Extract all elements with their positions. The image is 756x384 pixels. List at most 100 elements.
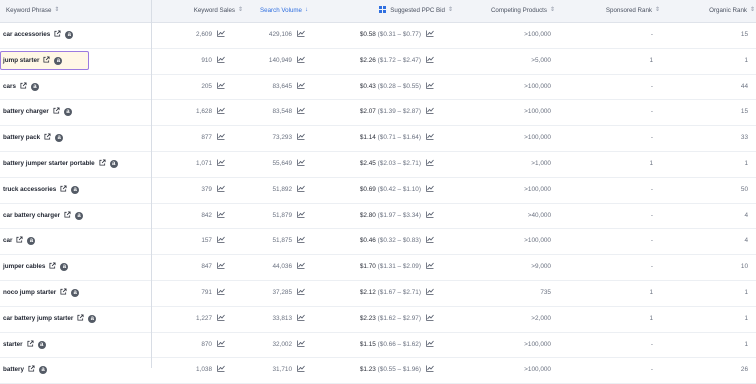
external-link-icon[interactable] [27,334,34,347]
keyword-label[interactable]: noco jump starter [3,289,56,296]
table-row[interactable]: noco jump starter a 791 37,285 $2.12 ($1.67 … [0,281,756,307]
trend-chart-icon[interactable] [217,334,225,347]
keyword-cell[interactable]: truck accessories a [3,178,80,202]
trend-chart-icon[interactable] [217,230,225,244]
trend-chart-icon[interactable] [217,76,225,89]
trend-chart-icon[interactable] [426,230,434,244]
trend-chart-icon[interactable] [217,153,225,166]
col-keyword-phrase[interactable]: Keyword Phrase ⇕ [6,0,60,22]
trend-chart-icon[interactable] [426,282,434,295]
keyword-label[interactable]: battery jumper starter portable [3,160,95,167]
keyword-cell[interactable]: battery pack a [3,126,64,150]
table-row[interactable]: battery charger a 1,628 83,548 $2.07 ($1.39 … [0,100,756,127]
trend-chart-icon[interactable] [217,359,225,373]
table-row[interactable]: battery pack a 877 73,293 $1.14 ($0.71 – $1.… [0,126,756,152]
external-link-icon[interactable] [28,359,35,372]
keyword-label[interactable]: battery pack [3,134,40,141]
keyword-cell[interactable]: car a [3,229,36,253]
trend-chart-icon[interactable] [426,359,434,373]
trend-chart-icon[interactable] [297,127,305,141]
amazon-icon[interactable]: a [109,159,118,168]
keyword-label[interactable]: battery charger [3,108,49,115]
keyword-cell[interactable]: cars a [3,75,39,99]
external-link-icon[interactable] [16,230,23,243]
table-row[interactable]: cars a 205 83,645 $0.43 ($0.28 – $0.55) >100,… [0,75,756,101]
external-link-icon[interactable] [49,256,56,269]
keyword-label[interactable]: car accessories [3,31,50,38]
keyword-label[interactable]: truck accessories [3,186,56,193]
table-row[interactable]: jump starter a 910 140,949 $2.26 ($1.72 – $2… [0,49,756,75]
table-row[interactable]: car battery charger a 842 51,879 $2.80 ($1.9… [0,204,756,230]
trend-chart-icon[interactable] [426,24,434,37]
keyword-cell[interactable]: battery jumper starter portable a [3,152,118,176]
trend-chart-icon[interactable] [297,282,305,295]
amazon-icon[interactable]: a [27,237,36,246]
trend-chart-icon[interactable] [297,308,305,321]
amazon-icon[interactable]: a [60,263,69,272]
external-link-icon[interactable] [43,50,50,63]
external-link-icon[interactable] [53,101,60,114]
keyword-cell[interactable]: car battery charger a [3,204,84,228]
trend-chart-icon[interactable] [217,127,225,141]
keyword-label[interactable]: car battery jump starter [3,315,73,322]
keyword-cell[interactable]: starter a [3,333,46,357]
keyword-cell[interactable]: battery charger a [3,100,72,124]
trend-chart-icon[interactable] [426,153,434,166]
trend-chart-icon[interactable] [217,205,225,218]
keyword-label[interactable]: starter [3,341,23,348]
amazon-icon[interactable]: a [37,340,46,349]
trend-chart-icon[interactable] [426,308,434,321]
external-link-icon[interactable] [77,308,84,321]
keyword-cell[interactable]: jumper cables a [3,255,69,279]
col-keyword-sales[interactable]: Keyword Sales ⇕ [194,0,244,22]
external-link-icon[interactable] [54,24,61,37]
amazon-icon[interactable]: a [75,211,84,220]
trend-chart-icon[interactable] [297,359,305,373]
amazon-icon[interactable]: a [30,82,39,91]
keyword-cell[interactable]: noco jump starter a [3,281,80,305]
amazon-icon[interactable]: a [65,31,74,39]
external-link-icon[interactable] [99,153,106,166]
amazon-icon[interactable]: a [71,185,80,194]
trend-chart-icon[interactable] [297,334,305,347]
table-row[interactable]: starter a 870 32,002 $1.15 ($0.66 – $1.62) >1… [0,333,756,359]
trend-chart-icon[interactable] [297,50,305,63]
trend-chart-icon[interactable] [297,24,305,37]
amazon-icon[interactable]: a [54,56,63,65]
table-row[interactable]: truck accessories a 379 51,892 $0.69 ($0.42 … [0,178,756,204]
col-competing-products[interactable]: Competing Products ⇕ [491,0,556,22]
table-row[interactable]: jumper cables a 847 44,036 $1.70 ($1.31 – $2… [0,255,756,281]
amazon-icon[interactable]: a [71,288,80,297]
keyword-cell[interactable]: battery a [3,358,47,382]
trend-chart-icon[interactable] [217,50,225,63]
trend-chart-icon[interactable] [217,179,225,192]
external-link-icon[interactable] [44,127,51,140]
keyword-cell[interactable]: jump starter a [3,49,63,73]
amazon-icon[interactable]: a [63,108,72,117]
trend-chart-icon[interactable] [426,101,434,115]
keyword-cell[interactable]: car accessories a [3,23,74,47]
external-link-icon[interactable] [20,76,27,89]
keyword-label[interactable]: jump starter [3,57,39,64]
keyword-label[interactable]: battery [3,366,24,373]
trend-chart-icon[interactable] [297,205,305,218]
table-row[interactable]: car accessories a 2,609 429,106 $0.58 ($0.31… [0,23,756,49]
trend-chart-icon[interactable] [297,76,305,89]
trend-chart-icon[interactable] [297,256,305,270]
trend-chart-icon[interactable] [297,153,305,166]
amazon-icon[interactable]: a [55,134,64,143]
trend-chart-icon[interactable] [297,179,305,192]
trend-chart-icon[interactable] [297,230,305,244]
col-organic-rank[interactable]: Organic Rank ⇕ [709,0,756,22]
external-link-icon[interactable] [60,282,67,295]
col-search-volume[interactable]: Search Volume ↓ [260,0,311,22]
trend-chart-icon[interactable] [217,24,225,37]
trend-chart-icon[interactable] [217,101,225,115]
trend-chart-icon[interactable] [426,334,434,347]
trend-chart-icon[interactable] [217,256,225,270]
trend-chart-icon[interactable] [297,101,305,115]
trend-chart-icon[interactable] [426,127,434,141]
keyword-label[interactable]: car battery charger [3,212,60,219]
col-sponsored-rank[interactable]: Sponsored Rank ⇕ [606,0,661,22]
table-row[interactable]: battery jumper starter portable a 1,071 55,… [0,152,756,178]
